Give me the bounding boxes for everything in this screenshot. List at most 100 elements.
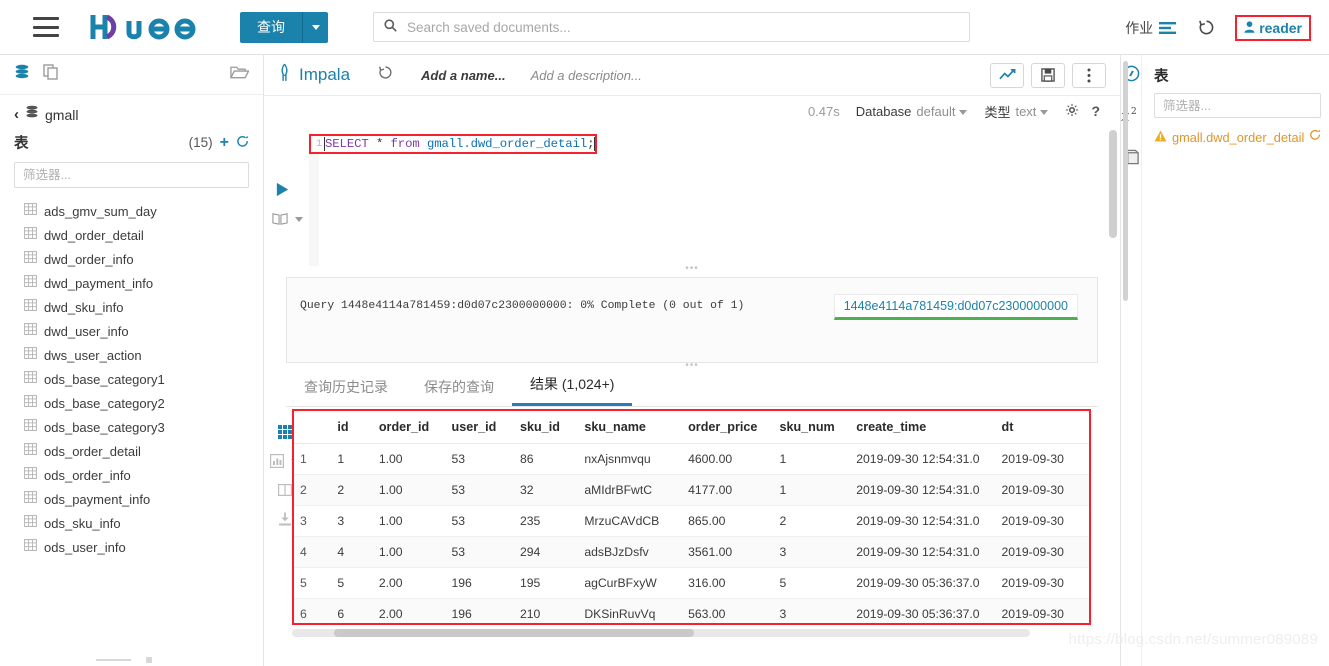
table-list-item[interactable]: ods_user_info xyxy=(0,535,263,559)
grid-view-icon[interactable] xyxy=(277,425,292,439)
table-icon xyxy=(24,418,37,436)
sql-editor[interactable]: 1 SELECT * from gmall.dwd_order_detail; xyxy=(264,126,1120,266)
help-button[interactable]: ? xyxy=(1091,103,1100,119)
table-list-item[interactable]: ods_sku_info xyxy=(0,511,263,535)
code-area[interactable]: 1 SELECT * from gmall.dwd_order_detail; xyxy=(305,126,1120,266)
right-panel-scrollbar[interactable] xyxy=(1123,61,1128,301)
table-header-row: id order_id user_id sku_id sku_name order_pri… xyxy=(294,411,1089,444)
table-cell: 195 xyxy=(513,567,579,599)
tables-filter-input[interactable] xyxy=(14,162,249,188)
right-panel-filter-input[interactable] xyxy=(1154,93,1322,118)
table-list-item[interactable]: ads_gmv_sum_day xyxy=(0,199,263,223)
run-query-button[interactable] xyxy=(274,181,291,203)
svg-text:2: 2 xyxy=(1131,107,1137,117)
query-dropdown-button[interactable] xyxy=(303,11,328,43)
query-button[interactable]: 查询 xyxy=(240,11,303,43)
table-cell: 1 xyxy=(331,443,373,475)
hamburger-icon[interactable] xyxy=(33,17,59,37)
history-button[interactable] xyxy=(1198,19,1215,36)
column-header[interactable]: dt xyxy=(995,411,1089,444)
table-list-item[interactable]: ods_payment_info xyxy=(0,487,263,511)
result-tab[interactable]: 保存的查询 xyxy=(406,377,512,406)
table-name: dwd_user_info xyxy=(44,323,129,339)
column-header[interactable]: create_time xyxy=(850,411,996,444)
editor-scrollbar[interactable] xyxy=(1109,130,1117,238)
panel-resize-handle-bottom[interactable]: ••• xyxy=(264,361,1120,374)
column-header[interactable]: user_id xyxy=(445,411,514,444)
result-tab[interactable]: 查询历史记录 xyxy=(286,377,406,406)
database-breadcrumb[interactable]: ‹ gmall xyxy=(0,95,263,126)
refresh-icon[interactable] xyxy=(236,135,249,151)
engine-name[interactable]: Impala xyxy=(299,65,350,85)
table-cell: 235 xyxy=(513,505,579,537)
column-header[interactable]: order_price xyxy=(682,411,774,444)
refresh-icon[interactable] xyxy=(1309,128,1321,146)
table-cell: 2019-09-30 xyxy=(995,598,1089,623)
table-cell: aMIdrBFwtC xyxy=(578,474,683,506)
hue-logo[interactable] xyxy=(89,10,201,44)
search-bar[interactable] xyxy=(373,12,970,42)
table-cell: 53 xyxy=(445,443,514,475)
column-header[interactable]: order_id xyxy=(372,411,446,444)
hue-logo-icon xyxy=(90,14,196,40)
add-description-field[interactable]: Add a description... xyxy=(531,68,642,83)
sql-statement-highlight[interactable]: 1 SELECT * from gmall.dwd_order_detail; xyxy=(309,134,598,154)
history-icon[interactable] xyxy=(378,65,393,85)
table-row[interactable]: 4 4 1.00 53 294 adsBJzDsfv 3561.00 3 2019-09-30 … xyxy=(294,536,1089,568)
table-row[interactable]: 6 6 2.00 196 210 DKSinRuvVq 563.00 3 2019-09-30 … xyxy=(294,598,1089,623)
plus-icon[interactable]: + xyxy=(220,134,229,152)
table-list-item[interactable]: dwd_order_info xyxy=(0,247,263,271)
table-list-item[interactable]: ods_order_detail xyxy=(0,439,263,463)
column-header[interactable]: id xyxy=(331,411,373,444)
add-name-field[interactable]: Add a name... xyxy=(421,68,506,83)
table-row[interactable]: 5 5 2.00 196 195 agCurBFxyW 316.00 5 2019-09-30 … xyxy=(294,567,1089,599)
tables-filter[interactable] xyxy=(14,162,249,188)
assist-toggle-button[interactable] xyxy=(272,212,303,226)
search-input[interactable] xyxy=(405,18,959,36)
chart-button[interactable] xyxy=(990,62,1024,88)
documents-icon[interactable] xyxy=(43,64,59,85)
user-badge[interactable]: reader xyxy=(1235,14,1311,41)
table-list-item[interactable]: dwd_user_info xyxy=(0,319,263,343)
table-list-item[interactable]: ods_base_category1 xyxy=(0,367,263,391)
jobs-button[interactable]: 作业 xyxy=(1125,18,1177,38)
column-header[interactable]: sku_id xyxy=(513,411,579,444)
download-icon[interactable] xyxy=(278,512,292,526)
settings-button[interactable] xyxy=(1065,102,1079,120)
table-row[interactable]: 1 1 1.00 53 86 nxAjsnmvqu 4600.00 1 2019-09-30 1… xyxy=(294,443,1089,475)
row-number-header[interactable] xyxy=(294,411,332,444)
query-id-link[interactable]: 1448e4114a781459:d0d07c2300000000 xyxy=(833,294,1078,320)
table-row[interactable]: 2 2 1.00 53 32 aMIdrBFwtC 4177.00 1 2019-09-30 1… xyxy=(294,474,1089,506)
table-cell: 2.00 xyxy=(372,567,446,599)
chevron-left-icon[interactable]: ‹ xyxy=(14,106,19,123)
table-list-item[interactable]: dws_user_action xyxy=(0,343,263,367)
right-panel-filter[interactable] xyxy=(1154,93,1322,118)
type-value: text xyxy=(1015,103,1037,119)
table-name: ads_gmv_sum_day xyxy=(44,203,157,219)
table-cell: 2019-09-30 xyxy=(995,567,1089,599)
table-list-item[interactable]: ods_order_info xyxy=(0,463,263,487)
more-button[interactable] xyxy=(1072,62,1106,88)
column-header[interactable]: sku_num xyxy=(773,411,851,444)
columns-view-icon[interactable] xyxy=(277,483,292,497)
table-list-item[interactable]: dwd_order_detail xyxy=(0,223,263,247)
result-tab[interactable]: 结果 (1,024+) xyxy=(512,374,633,406)
table-cell: 4177.00 xyxy=(682,474,774,506)
table-icon xyxy=(24,346,37,364)
panel-resize-handle-top[interactable]: ••• xyxy=(264,264,1120,277)
database-selector[interactable]: default xyxy=(916,104,968,119)
table-name: ods_user_info xyxy=(44,539,126,555)
column-header[interactable]: sku_name xyxy=(578,411,683,444)
table-list-item[interactable]: dwd_payment_info xyxy=(0,271,263,295)
table-row[interactable]: 3 3 1.00 53 235 MrzuCAVdCB 865.00 2 2019-09-30 1… xyxy=(294,505,1089,537)
database-icon[interactable] xyxy=(14,64,30,85)
folder-open-icon[interactable] xyxy=(229,64,250,85)
table-list-item[interactable]: ods_base_category3 xyxy=(0,415,263,439)
right-panel-table-item[interactable]: gmall.dwd_order_detail xyxy=(1154,128,1321,146)
table-cell: agCurBFxyW xyxy=(578,567,683,599)
results-horizontal-scrollbar[interactable] xyxy=(292,629,1030,637)
table-list-item[interactable]: ods_base_category2 xyxy=(0,391,263,415)
type-selector[interactable]: text xyxy=(1015,103,1049,119)
table-list-item[interactable]: dwd_sku_info xyxy=(0,295,263,319)
save-button[interactable] xyxy=(1031,62,1065,88)
